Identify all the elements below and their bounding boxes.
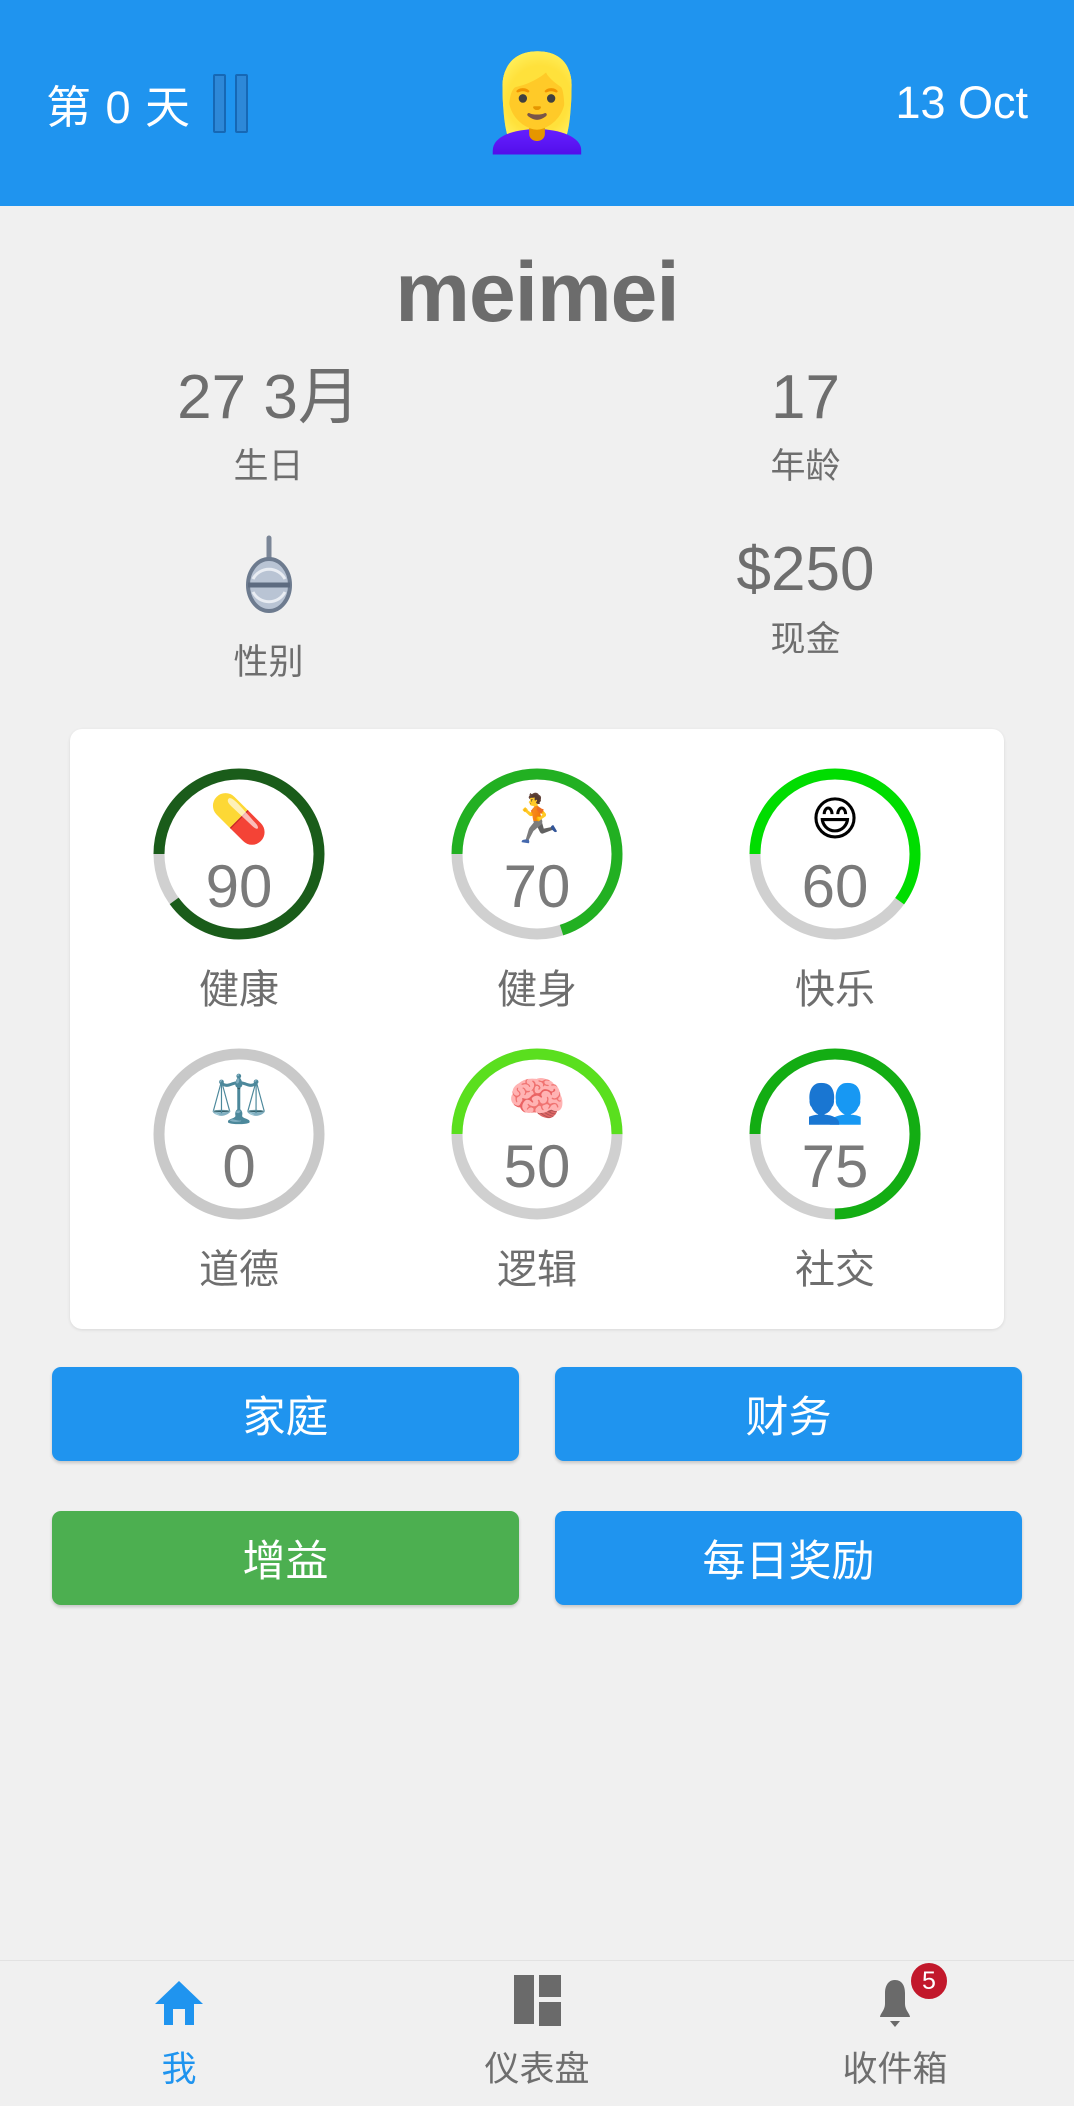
profile-stats: 27 3月 生日 17 年龄 性别 $250 现金 bbox=[0, 363, 1074, 685]
page-title: meimei bbox=[395, 245, 680, 339]
stat-birthday: 27 3月 生日 bbox=[0, 363, 537, 489]
attributes-row-2: ⚖️ 0 道德 🧠 50 逻辑 👥 75 社交 bbox=[90, 1045, 984, 1295]
app-root: 第 0 天 👱‍♀️ 13 Oct meimei 27 3月 生日 17 年龄 bbox=[0, 0, 1074, 2106]
brain-icon: 🧠 bbox=[507, 1071, 567, 1125]
header-left: 第 0 天 bbox=[46, 71, 249, 136]
nav-item-inbox[interactable]: 5 收件箱 bbox=[716, 1961, 1074, 2092]
stat-cash-value: $250 bbox=[736, 535, 875, 605]
gender-icon bbox=[0, 535, 537, 627]
attributes-card: 💊 90 健康 🏃 70 健身 😄 60 快乐 ⚖️ 0 道德 🧠 50 逻辑 … bbox=[70, 728, 1004, 1329]
dial-happiness[interactable]: 😄 60 快乐 bbox=[686, 765, 984, 1015]
dial-morality-value: 0 bbox=[222, 1132, 256, 1200]
dial-gauge: 💊 90 bbox=[150, 765, 328, 943]
current-date: 13 Oct bbox=[895, 77, 1028, 128]
boost-button[interactable]: 增益 bbox=[52, 1510, 519, 1605]
finance-button[interactable]: 财务 bbox=[555, 1366, 1022, 1461]
dial-happiness-value: 60 bbox=[801, 852, 869, 920]
runner-icon: 🏃 bbox=[507, 791, 567, 845]
profile-stats-row-2: 性别 $250 现金 bbox=[0, 535, 1074, 684]
profile-stats-row-1: 27 3月 生日 17 年龄 bbox=[0, 363, 1074, 489]
pause-icon[interactable] bbox=[213, 73, 249, 133]
dashboard-grid-icon bbox=[513, 1975, 561, 2031]
smiley-icon: 😄 bbox=[810, 791, 860, 845]
stat-cash: $250 现金 bbox=[537, 535, 1074, 684]
action-row-1: 家庭 财务 bbox=[52, 1366, 1022, 1461]
stat-cash-label: 现金 bbox=[770, 619, 841, 659]
stat-gender-label: 性别 bbox=[233, 642, 304, 682]
dial-social-label: 社交 bbox=[795, 1247, 875, 1292]
avatar[interactable]: 👱‍♀️ bbox=[478, 56, 595, 150]
dial-morality[interactable]: ⚖️ 0 道德 bbox=[90, 1045, 388, 1295]
dial-gauge: ⚖️ 0 bbox=[150, 1045, 328, 1223]
dial-happiness-label: 快乐 bbox=[795, 967, 875, 1012]
action-row-2: 增益 每日奖励 bbox=[52, 1510, 1022, 1605]
nav-item-me[interactable]: 我 bbox=[0, 1975, 358, 2092]
dial-gauge: 🧠 50 bbox=[448, 1045, 626, 1223]
pill-icon: 💊 bbox=[209, 791, 269, 845]
day-counter: 第 0 天 bbox=[46, 81, 192, 133]
dial-logic-label: 逻辑 bbox=[497, 1247, 577, 1292]
nav-item-inbox-label: 收件箱 bbox=[842, 2050, 948, 2089]
bell-icon: 5 bbox=[871, 1961, 949, 2031]
dial-social[interactable]: 👥 75 社交 bbox=[686, 1045, 984, 1295]
stat-gender: 性别 bbox=[0, 535, 537, 684]
bottom-navigation: 我 仪表盘 5 收件箱 bbox=[0, 1960, 1074, 2106]
daily-reward-button[interactable]: 每日奖励 bbox=[555, 1510, 1022, 1605]
dial-gauge: 😄 60 bbox=[746, 765, 924, 943]
dial-fitness-value: 70 bbox=[503, 852, 571, 920]
scales-icon: ⚖️ bbox=[209, 1071, 269, 1125]
dial-fitness-label: 健身 bbox=[497, 967, 577, 1012]
stat-age: 17 年龄 bbox=[537, 363, 1074, 489]
family-button[interactable]: 家庭 bbox=[52, 1366, 519, 1461]
people-icon: 👥 bbox=[805, 1071, 865, 1125]
dial-social-value: 75 bbox=[801, 1132, 869, 1200]
app-header: 第 0 天 👱‍♀️ 13 Oct bbox=[0, 0, 1074, 206]
dial-health-value: 90 bbox=[205, 852, 273, 920]
dial-logic-value: 50 bbox=[503, 1132, 571, 1200]
nav-item-me-label: 我 bbox=[161, 2050, 197, 2089]
dial-fitness[interactable]: 🏃 70 健身 bbox=[388, 765, 686, 1015]
dial-logic[interactable]: 🧠 50 逻辑 bbox=[388, 1045, 686, 1295]
dial-health[interactable]: 💊 90 健康 bbox=[90, 765, 388, 1015]
stat-birthday-value: 27 3月 bbox=[177, 363, 360, 432]
dial-health-label: 健康 bbox=[199, 967, 279, 1012]
action-buttons: 家庭 财务 增益 每日奖励 bbox=[0, 1366, 1074, 1605]
attributes-row-1: 💊 90 健康 🏃 70 健身 😄 60 快乐 bbox=[90, 765, 984, 1015]
stat-age-label: 年龄 bbox=[770, 447, 841, 487]
nav-item-dashboard[interactable]: 仪表盘 bbox=[358, 1975, 716, 2092]
dial-gauge: 👥 75 bbox=[746, 1045, 924, 1223]
status-badge: 5 bbox=[909, 1961, 949, 2001]
dial-gauge: 🏃 70 bbox=[448, 765, 626, 943]
stat-age-value: 17 bbox=[771, 363, 840, 432]
dial-morality-label: 道德 bbox=[199, 1247, 279, 1292]
stat-birthday-label: 生日 bbox=[233, 447, 304, 487]
nav-item-dashboard-label: 仪表盘 bbox=[484, 2050, 590, 2089]
home-icon bbox=[152, 1975, 206, 2031]
